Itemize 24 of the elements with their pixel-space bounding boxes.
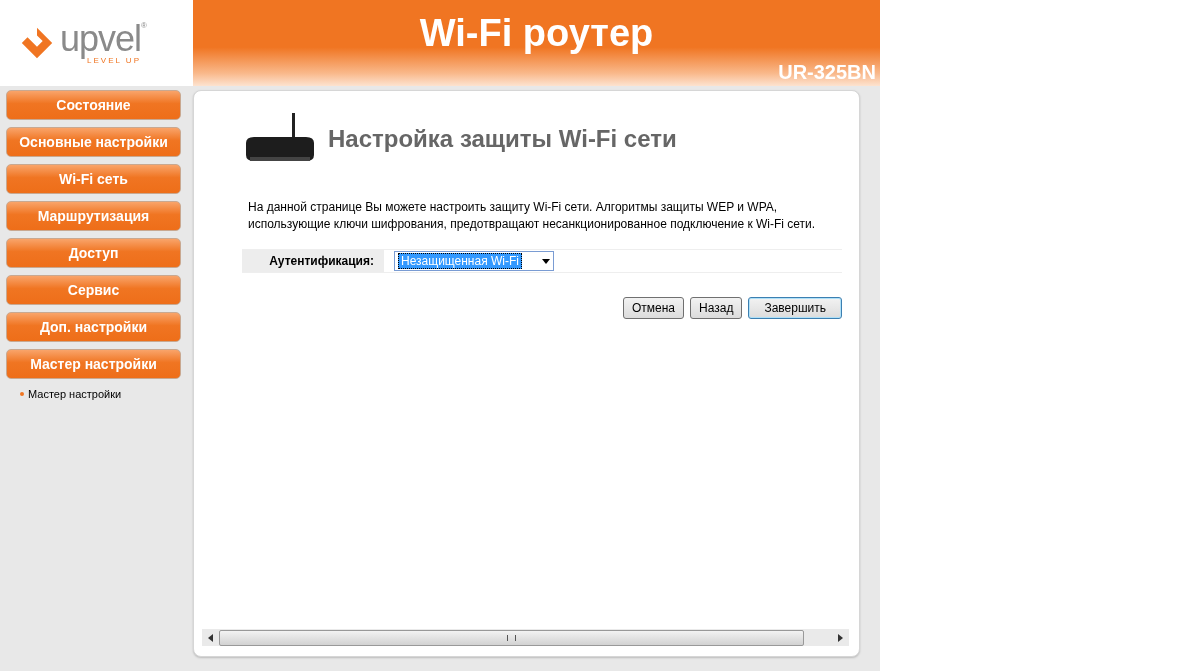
form-button[interactable]: Завершить [748, 297, 842, 319]
registered-mark: ® [141, 21, 147, 30]
nav-button[interactable]: Состояние [6, 90, 181, 120]
bullet-icon [20, 392, 24, 396]
nav-button[interactable]: Основные настройки [6, 127, 181, 157]
header-title: Wi-Fi роутер [419, 12, 654, 55]
logo-tagline: LEVEL UP [87, 55, 141, 65]
page-description: На данной странице Вы можете настроить защиту Wi-Fi сети. Алгоритмы защиты WEP и WPA, использующие ключи шифрования, предотвращают несанкционированное подключение к Wi-Fi сети. [248, 199, 817, 233]
nav-button[interactable]: Доп. настройки [6, 312, 181, 342]
authentication-dropdown[interactable]: Незащищенная Wi-Fi [394, 251, 554, 271]
page-title: Настройка защиты Wi-Fi сети [328, 125, 677, 153]
form-button[interactable]: Отмена [622, 297, 684, 319]
scroll-right-icon[interactable] [838, 633, 843, 642]
caret-icon [542, 258, 550, 264]
nav-button[interactable]: Сервис [6, 275, 181, 305]
nav-button[interactable]: Доступ [6, 238, 181, 268]
scroll-left-icon[interactable] [208, 633, 213, 642]
form-button[interactable]: Назад [690, 297, 743, 319]
submenu-link[interactable]: Мастер настройки [28, 388, 122, 400]
field-label: Аутентификация: [242, 250, 384, 272]
nav-button[interactable]: Маршрутизация [6, 201, 181, 231]
model-name: UR-325BN [778, 61, 876, 84]
nav-button[interactable]: Wi-Fi сеть [6, 164, 181, 194]
nav-button[interactable]: Мастер настройки [6, 349, 181, 379]
